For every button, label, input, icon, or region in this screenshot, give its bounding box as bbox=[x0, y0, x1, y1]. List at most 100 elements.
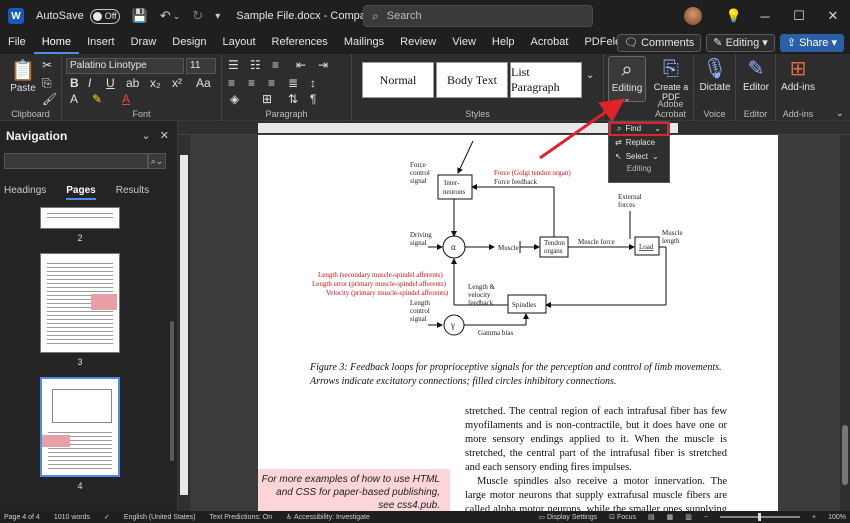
menu-file[interactable]: File bbox=[0, 32, 34, 54]
superscript-icon[interactable]: x² bbox=[172, 76, 182, 90]
align-center-icon[interactable]: ≡ bbox=[248, 76, 255, 90]
dictate-button[interactable]: 🎙 Dictate bbox=[694, 56, 736, 93]
find-item[interactable]: ⌕ Find ⌄ bbox=[609, 122, 669, 136]
style-body-text[interactable]: Body Text bbox=[436, 62, 508, 98]
page-thumbnail-2[interactable] bbox=[40, 207, 120, 229]
multilevel-list-icon[interactable]: ≡ bbox=[272, 58, 279, 72]
addins-button[interactable]: ⊞ Add-ins bbox=[776, 56, 820, 93]
avatar[interactable] bbox=[684, 7, 702, 25]
autosave-toggle[interactable]: Off bbox=[89, 8, 120, 24]
customize-toolbar-icon[interactable]: ▾ bbox=[215, 11, 220, 22]
sort-icon[interactable]: ⇅ bbox=[288, 92, 298, 106]
save-icon[interactable]: 💾 bbox=[132, 8, 148, 24]
menu-mailings[interactable]: Mailings bbox=[336, 32, 392, 54]
read-mode-icon[interactable]: ▤ bbox=[648, 513, 655, 521]
format-painter-icon[interactable]: 🖌 bbox=[42, 92, 57, 106]
undo-icon[interactable]: ↶ bbox=[160, 8, 171, 24]
document-page[interactable]: Force control signal Inter- neurons Forc… bbox=[258, 135, 778, 511]
menu-view[interactable]: View bbox=[444, 32, 484, 54]
zoom-out-icon[interactable]: − bbox=[704, 514, 708, 521]
horizontal-ruler[interactable] bbox=[178, 121, 850, 135]
editing-ribbon-button[interactable]: ⌕ Editing ⌄ bbox=[608, 56, 646, 103]
paste-button[interactable]: 📋 Paste bbox=[8, 58, 38, 94]
bold-icon[interactable]: B bbox=[70, 76, 79, 90]
numbering-icon[interactable]: ☷ bbox=[250, 58, 261, 72]
menu-layout[interactable]: Layout bbox=[215, 32, 264, 54]
menu-home[interactable]: Home bbox=[33, 32, 80, 54]
comments-button[interactable]: 🗨 Comments bbox=[617, 34, 702, 52]
pilcrow-icon[interactable]: ¶ bbox=[310, 92, 316, 106]
proofing-icon[interactable]: ✓ bbox=[104, 513, 110, 521]
borders-icon[interactable]: ⊞ bbox=[262, 92, 272, 106]
decrease-indent-icon[interactable]: ⇤ bbox=[296, 58, 306, 72]
tab-pages[interactable]: Pages bbox=[66, 185, 96, 200]
print-layout-icon[interactable]: ▦ bbox=[667, 513, 674, 521]
menu-references[interactable]: References bbox=[264, 32, 336, 54]
status-language[interactable]: English (United States) bbox=[124, 514, 196, 521]
menu-help[interactable]: Help bbox=[484, 32, 523, 54]
status-predictions[interactable]: Text Predictions: On bbox=[209, 514, 272, 521]
lightbulb-icon[interactable]: 💡 bbox=[720, 8, 748, 24]
vertical-ruler[interactable] bbox=[178, 135, 190, 511]
select-item[interactable]: ↖ Select ⌄ bbox=[609, 150, 669, 164]
page-thumbnail-4[interactable] bbox=[40, 377, 120, 477]
close-icon[interactable]: ✕ bbox=[816, 8, 850, 24]
subscript-icon[interactable]: x₂ bbox=[150, 76, 161, 90]
font-name-select[interactable]: Palatino Linotype bbox=[66, 58, 184, 74]
menu-design[interactable]: Design bbox=[164, 32, 214, 54]
menu-acrobat[interactable]: Acrobat bbox=[523, 32, 577, 54]
editor-button[interactable]: ✎ Editor bbox=[736, 56, 776, 93]
italic-icon[interactable]: I bbox=[88, 76, 91, 90]
status-page[interactable]: Page 4 of 4 bbox=[4, 514, 40, 521]
create-pdf-button[interactable]: ⎘ Create a PDF bbox=[649, 56, 693, 102]
display-settings-button[interactable]: ▭ Display Settings bbox=[538, 513, 597, 521]
status-words[interactable]: 1010 words bbox=[54, 514, 90, 521]
menu-insert[interactable]: Insert bbox=[79, 32, 123, 54]
maximize-icon[interactable]: ☐ bbox=[782, 8, 816, 24]
replace-item[interactable]: ⇄ Replace bbox=[609, 136, 669, 150]
style-list-paragraph[interactable]: List Paragraph bbox=[510, 62, 582, 98]
page-thumbnail-3[interactable] bbox=[40, 253, 120, 353]
line-spacing-icon[interactable]: ↕ bbox=[310, 76, 316, 90]
chevron-down-icon[interactable]: ⌄ bbox=[173, 11, 181, 22]
style-normal[interactable]: Normal bbox=[362, 62, 434, 98]
tab-headings[interactable]: Headings bbox=[4, 185, 46, 200]
zoom-level[interactable]: 100% bbox=[828, 514, 846, 521]
scrollbar-thumb[interactable] bbox=[842, 425, 848, 485]
document-scrollbar[interactable] bbox=[840, 135, 850, 511]
nav-options-icon[interactable]: ⌄ bbox=[141, 130, 150, 142]
copy-icon[interactable]: ⎘ bbox=[42, 76, 52, 91]
tab-results[interactable]: Results bbox=[116, 185, 149, 200]
search-box[interactable]: ⌕ Search bbox=[363, 5, 593, 27]
nav-scrollbar[interactable] bbox=[170, 321, 174, 461]
underline-icon[interactable]: U bbox=[106, 76, 115, 90]
focus-button[interactable]: ⊡ Focus bbox=[609, 513, 636, 521]
menu-review[interactable]: Review bbox=[392, 32, 444, 54]
web-layout-icon[interactable]: ▥ bbox=[685, 513, 692, 521]
zoom-slider[interactable] bbox=[720, 513, 800, 521]
justify-icon[interactable]: ≣ bbox=[288, 76, 298, 90]
zoom-knob[interactable] bbox=[758, 513, 761, 521]
align-right-icon[interactable]: ≡ bbox=[268, 76, 275, 90]
share-button[interactable]: ⇪ Share ▾ bbox=[779, 34, 844, 52]
minimize-icon[interactable]: ─ bbox=[748, 9, 782, 24]
nav-close-icon[interactable]: ✕ bbox=[160, 130, 169, 142]
menu-draw[interactable]: Draw bbox=[123, 32, 165, 54]
redo-icon[interactable]: ↻ bbox=[192, 8, 203, 24]
increase-indent-icon[interactable]: ⇥ bbox=[318, 58, 328, 72]
styles-more-icon[interactable]: ⌄ bbox=[586, 70, 594, 81]
cut-icon[interactable]: ✂ bbox=[42, 58, 52, 72]
zoom-in-icon[interactable]: + bbox=[812, 514, 816, 521]
bullets-icon[interactable]: ☰ bbox=[228, 58, 239, 72]
shading-icon[interactable]: ◈ bbox=[230, 92, 239, 106]
editing-mode-button[interactable]: ✎ Editing ▾ bbox=[706, 34, 775, 52]
nav-search-input[interactable] bbox=[4, 153, 148, 169]
font-color-icon[interactable]: A bbox=[122, 92, 130, 106]
collapse-ribbon-icon[interactable]: ⌄ bbox=[836, 108, 844, 119]
text-effects-icon[interactable]: A bbox=[70, 92, 78, 106]
highlight-icon[interactable]: ✎ bbox=[92, 92, 102, 106]
strikethrough-icon[interactable]: ab bbox=[126, 76, 139, 90]
change-case-icon[interactable]: Aa bbox=[196, 76, 211, 90]
font-size-select[interactable]: 11 bbox=[186, 58, 216, 74]
nav-search-icon[interactable]: ⌕⌄ bbox=[148, 153, 166, 169]
